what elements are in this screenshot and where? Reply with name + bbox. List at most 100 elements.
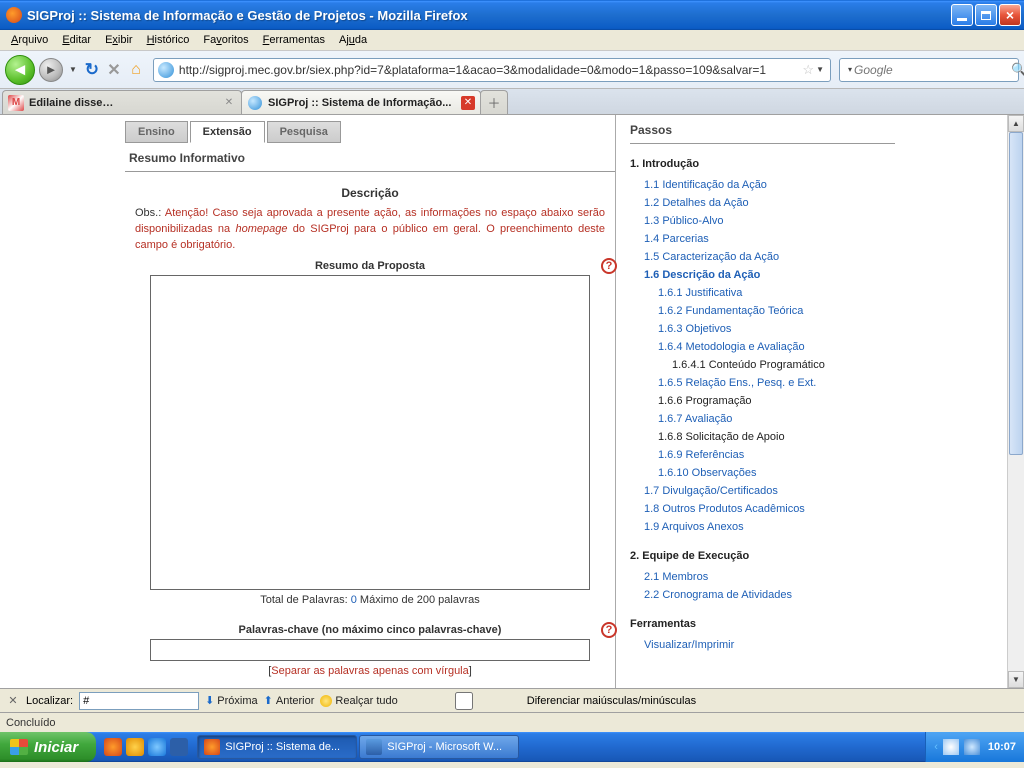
forward-button[interactable]: ► (39, 58, 63, 82)
ql-desktop-icon[interactable] (170, 738, 188, 756)
menu-arquivo[interactable]: Arquivo (4, 32, 55, 48)
steps-h2: 2. Equipe de Execução (630, 550, 895, 562)
taskbar-clock[interactable]: 10:07 (988, 741, 1016, 753)
steps-h1: 1. Introdução (630, 158, 895, 170)
tab-label: Edilaine disse… (29, 97, 222, 109)
start-button[interactable]: Iniciar (0, 732, 96, 762)
tray-icon[interactable] (943, 739, 959, 755)
tab-close-icon[interactable]: ✕ (222, 96, 236, 110)
browser-tab-1[interactable]: M Edilaine disse… ✕ (2, 90, 242, 114)
reload-button[interactable]: ↻ (83, 61, 101, 79)
help-icon[interactable]: ? (601, 622, 617, 638)
browser-tab-2[interactable]: SIGProj :: Sistema de Informação... ✕ (241, 90, 481, 114)
find-input[interactable] (79, 692, 199, 710)
bookmark-star-icon[interactable]: ☆ (802, 62, 814, 78)
step-link[interactable]: 1.6.5 Relação Ens., Pesq. e Ext. (630, 374, 895, 392)
step-link[interactable]: 1.6.2 Fundamentação Teórica (630, 302, 895, 320)
ql-ie-icon[interactable] (148, 738, 166, 756)
maximize-button[interactable] (975, 4, 997, 26)
steps-title: Passos (630, 115, 895, 144)
step-link[interactable]: 2.1 Membros (630, 568, 895, 586)
find-bar: ✕ Localizar: ⬇Próxima ⬆Anterior Realçar … (0, 688, 1024, 712)
menu-ferramentas[interactable]: Ferramentas (256, 32, 332, 48)
find-matchcase-checkbox[interactable]: Diferenciar maiúsculas/minúsculas (404, 692, 696, 710)
tab-ensino[interactable]: Ensino (125, 121, 188, 143)
firefox-icon (204, 739, 220, 755)
step-link[interactable]: 1.6.10 Observações (630, 464, 895, 482)
status-text: Concluído (6, 717, 56, 729)
stop-button[interactable]: ✕ (105, 61, 123, 79)
address-bar[interactable]: ☆ ▼ (153, 58, 831, 82)
step-link[interactable]: 1.2 Detalhes da Ação (630, 194, 895, 212)
minimize-button[interactable] (951, 4, 973, 26)
keywords-input[interactable] (150, 639, 590, 661)
menu-favoritos[interactable]: Favoritos (196, 32, 255, 48)
menu-exibir[interactable]: Exibir (98, 32, 140, 48)
search-go-icon[interactable]: 🔍 (1011, 62, 1024, 78)
page-viewport: Ensino Extensão Pesquisa Resumo Informat… (0, 115, 1024, 688)
scroll-up-icon[interactable]: ▲ (1008, 115, 1024, 132)
step-link[interactable]: 1.4 Parcerias (630, 230, 895, 248)
tab-pesquisa[interactable]: Pesquisa (267, 121, 341, 143)
scroll-down-icon[interactable]: ▼ (1008, 671, 1024, 688)
menu-editar[interactable]: Editar (55, 32, 98, 48)
findbar-close-icon[interactable]: ✕ (6, 694, 20, 708)
tab-close-icon[interactable]: ✕ (461, 96, 475, 110)
step-link[interactable]: 1.6.4.1 Conteúdo Programático (630, 356, 895, 374)
task-label: SIGProj - Microsoft W... (387, 741, 502, 753)
history-dropdown-icon[interactable]: ▼ (67, 65, 79, 74)
find-next-button[interactable]: ⬇Próxima (205, 694, 258, 707)
find-highlight-button[interactable]: Realçar tudo (320, 695, 397, 707)
step-link[interactable]: 1.3 Público-Alvo (630, 212, 895, 230)
step-link[interactable]: 1.6.9 Referências (630, 446, 895, 464)
ql-outlook-icon[interactable] (126, 738, 144, 756)
search-input[interactable] (854, 63, 1011, 77)
url-dropdown-icon[interactable]: ▼ (814, 65, 826, 74)
tray-icon[interactable] (964, 739, 980, 755)
new-tab-button[interactable]: ＋ (480, 90, 508, 114)
steps-h3: Ferramentas (630, 618, 895, 630)
step-link[interactable]: 1.6.4 Metodologia e Avaliação (630, 338, 895, 356)
step-link[interactable]: 1.8 Outros Produtos Acadêmicos (630, 500, 895, 518)
word-counter: Total de Palavras: 0 Máximo de 200 palav… (125, 594, 615, 606)
search-engine-dropdown-icon[interactable]: ▾ (846, 65, 854, 74)
ql-firefox-icon[interactable] (104, 738, 122, 756)
description-heading: Descrição (125, 186, 615, 200)
app-tabs: Ensino Extensão Pesquisa (125, 121, 615, 143)
tab-extensao[interactable]: Extensão (190, 121, 265, 143)
taskbar-item-firefox[interactable]: SIGProj :: Sistema de... (197, 735, 357, 759)
resumo-textarea[interactable] (150, 275, 590, 590)
back-button[interactable]: ◄ (5, 55, 35, 85)
site-identity-icon (158, 62, 174, 78)
scroll-thumb[interactable] (1009, 132, 1023, 455)
step-link[interactable]: 1.6.6 Programação (630, 392, 895, 410)
taskbar-item-word[interactable]: SIGProj - Microsoft W... (359, 735, 519, 759)
find-label: Localizar: (26, 695, 73, 707)
tray-expand-icon[interactable]: ‹ (934, 741, 938, 753)
step-link[interactable]: 1.6.8 Solicitação de Apoio (630, 428, 895, 446)
help-icon[interactable]: ? (601, 258, 617, 274)
home-button[interactable]: ⌂ (127, 61, 145, 79)
menu-ajuda[interactable]: Ajuda (332, 32, 374, 48)
step-link[interactable]: 1.9 Arquivos Anexos (630, 518, 895, 536)
system-tray: ‹ 10:07 (925, 732, 1024, 762)
matchcase-input[interactable] (404, 692, 524, 710)
tool-link[interactable]: Visualizar/Imprimir (630, 636, 895, 654)
step-link[interactable]: 1.6.7 Avaliação (630, 410, 895, 428)
close-button[interactable]: × (999, 4, 1021, 26)
step-link[interactable]: 1.7 Divulgação/Certificados (630, 482, 895, 500)
navigation-toolbar: ◄ ► ▼ ↻ ✕ ⌂ ☆ ▼ ▾ 🔍 (0, 51, 1024, 89)
step-link[interactable]: 1.5 Caracterização da Ação (630, 248, 895, 266)
windows-flag-icon (10, 739, 28, 755)
search-bar[interactable]: ▾ 🔍 (839, 58, 1019, 82)
url-input[interactable] (179, 63, 799, 77)
step-link[interactable]: 1.6.3 Objetivos (630, 320, 895, 338)
menu-historico[interactable]: Histórico (140, 32, 197, 48)
step-link[interactable]: 1.6.1 Justificativa (630, 284, 895, 302)
vertical-scrollbar[interactable]: ▲ ▼ (1007, 115, 1024, 688)
keywords-hint: [Separar as palavras apenas com vírgula] (125, 665, 615, 677)
step-link-current[interactable]: 1.6 Descrição da Ação (630, 266, 895, 284)
step-link[interactable]: 1.1 Identificação da Ação (630, 176, 895, 194)
find-prev-button[interactable]: ⬆Anterior (264, 694, 315, 707)
step-link[interactable]: 2.2 Cronograma de Atividades (630, 586, 895, 604)
